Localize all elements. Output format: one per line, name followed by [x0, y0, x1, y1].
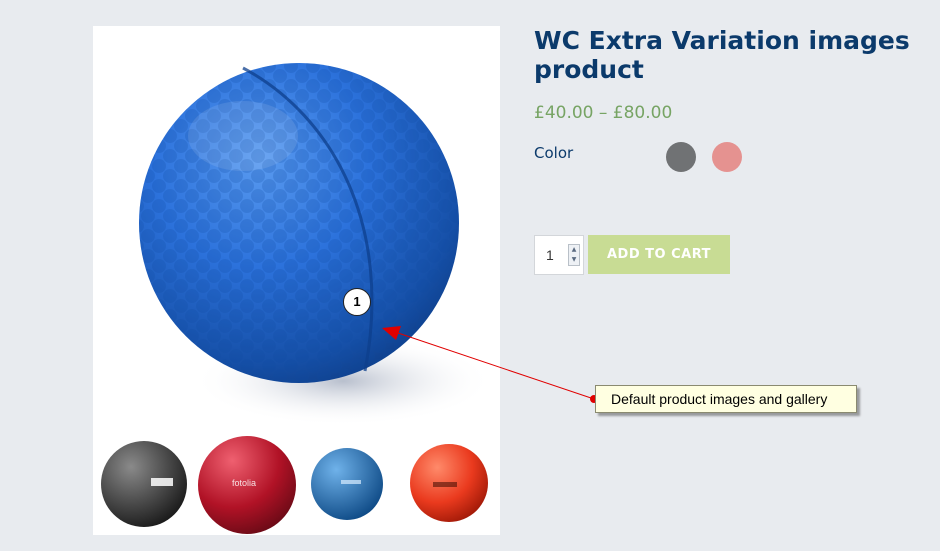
color-label: Color	[534, 144, 574, 162]
product-price: £40.00 – £80.00	[534, 103, 673, 123]
thumbnail-blue-ball[interactable]	[309, 446, 385, 522]
add-to-cart-button[interactable]: ADD TO CART	[588, 235, 730, 274]
annotation-callout: Default product images and gallery	[595, 385, 857, 413]
quantity-stepper[interactable]: 1 ▲ ▼	[534, 235, 584, 275]
main-product-image[interactable]	[93, 26, 500, 456]
increment-icon[interactable]: ▲	[569, 245, 579, 255]
quantity-value[interactable]: 1	[546, 247, 554, 263]
thumbnail-label: fotolia	[232, 478, 256, 488]
color-swatch-pink[interactable]	[712, 142, 742, 172]
product-title: WC Extra Variation images product	[534, 26, 910, 84]
product-gallery: fotolia	[93, 26, 500, 535]
color-swatch-grey[interactable]	[666, 142, 696, 172]
thumbnail-black-ball[interactable]	[99, 438, 189, 528]
decrement-icon[interactable]: ▼	[569, 255, 579, 265]
thumbnail-orange-ball[interactable]	[408, 442, 490, 524]
quantity-spinner[interactable]: ▲ ▼	[568, 244, 580, 266]
annotation-marker: 1	[343, 288, 371, 316]
thumbnail-red-ball[interactable]: fotolia	[196, 434, 298, 535]
